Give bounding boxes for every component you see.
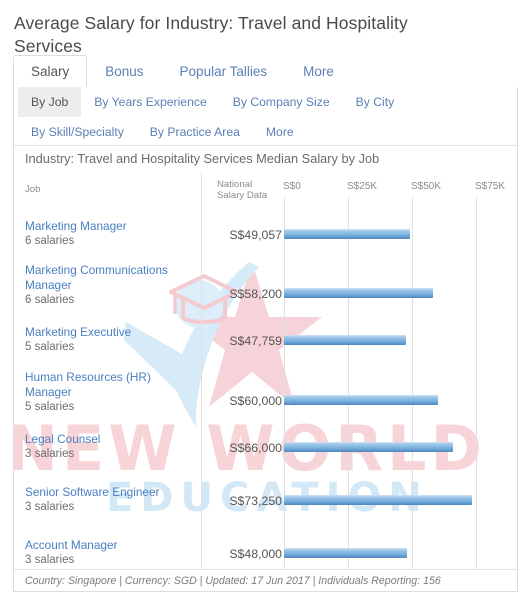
salary-bar — [284, 288, 433, 299]
primary-tab-strip: Salary Bonus Popular Tallies More — [13, 55, 518, 88]
table-row: Human Resources (HR) Manager 5 salaries S$… — [14, 369, 517, 422]
tab-salary[interactable]: Salary — [13, 55, 88, 88]
job-title-link[interactable]: Account Manager 3 salaries — [25, 538, 200, 568]
table-row: Marketing Communications Manager 6 salari… — [14, 262, 517, 315]
job-sample-size: 3 salaries — [25, 447, 75, 460]
tab-popular-tallies[interactable]: Popular Tallies — [162, 55, 286, 88]
table-row: Senior Software Engineer 3 salaries S$73,2… — [14, 475, 517, 528]
salary-bar — [284, 548, 407, 559]
job-title-text: Marketing Manager — [25, 219, 127, 233]
job-title-link[interactable]: Senior Software Engineer 3 salaries — [25, 485, 200, 515]
salary-card: By Job By Years Experience By Company Size… — [13, 87, 518, 592]
salary-bar — [284, 394, 438, 405]
footer-meta-text: Country: Singapore | Currency: SGD | Upd… — [25, 574, 441, 587]
median-salary-value: S$47,759 — [229, 334, 282, 349]
job-title-text: Marketing Communications Manager — [25, 263, 168, 293]
chart-rows: Marketing Manager 6 salaries S$49,057 Marke… — [14, 87, 517, 569]
median-salary-value: S$60,000 — [229, 393, 282, 408]
table-row: Legal Counsel 3 salaries S$66,000 — [14, 422, 517, 475]
job-title-link[interactable]: Marketing Communications Manager 6 salari… — [25, 263, 200, 308]
job-sample-size: 6 salaries — [25, 294, 75, 307]
job-title-link[interactable]: Marketing Executive 5 salaries — [25, 325, 200, 355]
job-title-text: Marketing Executive — [25, 325, 132, 340]
median-salary-value: S$66,000 — [229, 440, 282, 455]
salary-bar — [284, 335, 407, 346]
median-salary-value: S$73,250 — [229, 494, 282, 508]
job-title-text: Account Manager — [25, 538, 118, 553]
job-title-link[interactable]: Human Resources (HR) Manager 5 salaries — [25, 370, 200, 415]
job-sample-size: 3 salaries — [25, 501, 75, 513]
job-sample-size: 3 salaries — [25, 554, 75, 567]
job-title-link[interactable]: Marketing Manager 6 salaries — [25, 219, 200, 249]
median-salary-value: S$49,057 — [229, 228, 282, 242]
job-title-link[interactable]: Legal Counsel 3 salaries — [25, 432, 200, 462]
salary-bar — [284, 229, 410, 239]
tab-more[interactable]: More — [285, 55, 352, 88]
job-title-text: Senior Software Engineer — [25, 485, 160, 499]
salary-bar — [284, 495, 472, 505]
table-row: Marketing Manager 6 salaries S$49,057 — [14, 209, 517, 262]
job-sample-size: 6 salaries — [25, 235, 75, 247]
tab-bonus[interactable]: Bonus — [87, 55, 161, 88]
job-sample-size: 5 salaries — [25, 400, 75, 413]
median-salary-value: S$58,200 — [229, 287, 282, 302]
chart-footer: Country: Singapore | Currency: SGD | Upd… — [14, 569, 517, 591]
job-title-text: Legal Counsel — [25, 431, 101, 446]
job-sample-size: 5 salaries — [25, 341, 75, 354]
salary-bar — [284, 441, 453, 452]
salary-chart-page: Average Salary for Industry: Travel and … — [0, 0, 531, 601]
page-title: Average Salary for Industry: Travel and … — [14, 12, 408, 56]
median-salary-value: S$48,000 — [229, 547, 282, 562]
table-row: Marketing Executive 5 salaries S$47,759 — [14, 315, 517, 368]
job-title-text: Human Resources (HR) Manager — [25, 369, 151, 399]
